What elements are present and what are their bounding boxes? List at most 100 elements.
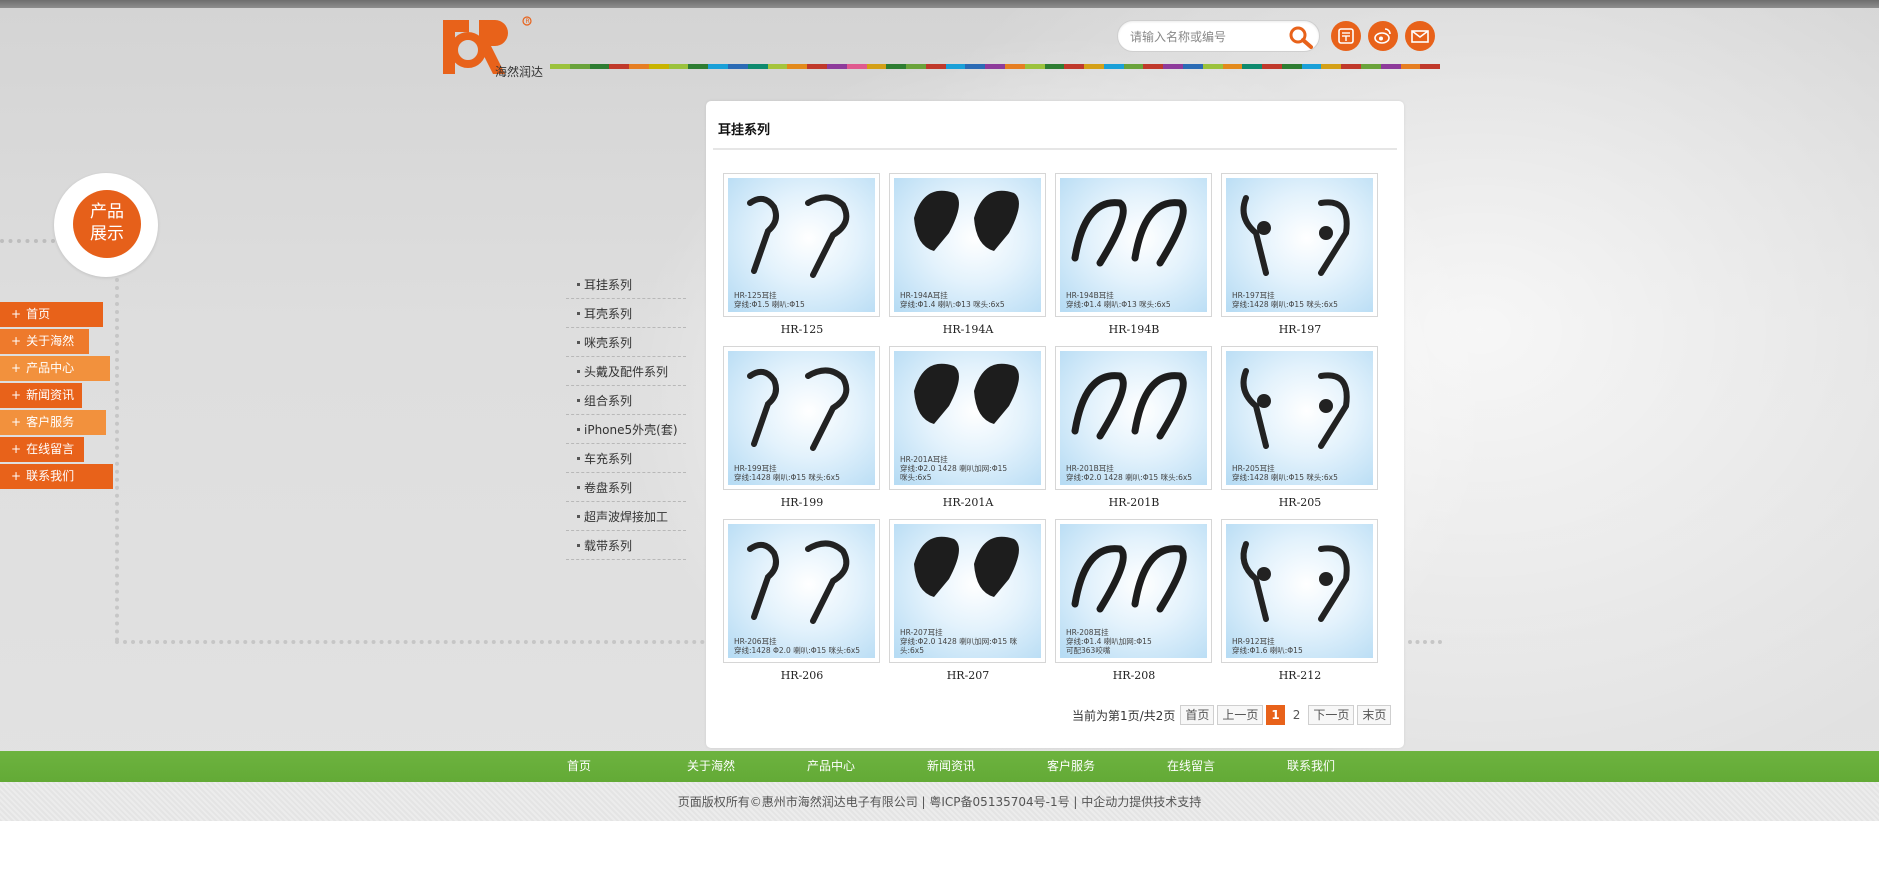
product-thumbnail[interactable]: HR-197耳挂 穿线:1428 喇叭:Φ15 咪头:6x5 — [1221, 173, 1378, 317]
product-name[interactable]: HR-212 — [1221, 669, 1379, 682]
stripe-segment — [1321, 64, 1342, 69]
weibo-share-button[interactable] — [1368, 21, 1398, 51]
product-card[interactable]: HR-125耳挂 穿线:Φ1.5 喇叭:Φ15 HR-125 — [723, 173, 881, 336]
footer-nav-item[interactable]: 客户服务 — [1047, 751, 1095, 782]
svg-text:R: R — [526, 18, 530, 25]
side-nav-item[interactable]: + 客户服务 — [0, 410, 106, 435]
category-item[interactable]: 组合系列 — [566, 386, 686, 415]
stripe-segment — [1202, 64, 1223, 69]
product-card[interactable]: HR-194A耳挂 穿线:Φ1.4 喇叭:Φ13 咪头:6x5 HR-194A — [889, 173, 1047, 336]
product-card[interactable]: HR-206耳挂 穿线:1428 Φ2.0 喇叭:Φ15 咪头:6x5 HR-20… — [723, 519, 881, 682]
product-thumbnail[interactable]: HR-206耳挂 穿线:1428 Φ2.0 喇叭:Φ15 咪头:6x5 — [723, 519, 880, 663]
stripe-segment — [668, 64, 689, 69]
product-card[interactable]: HR-194B耳挂 穿线:Φ1.4 喇叭:Φ13 咪头:6x5 HR-194B — [1055, 173, 1213, 336]
product-thumbnail[interactable]: HR-201A耳挂 穿线:Φ2.0 1428 喇叭加网:Φ15 咪头:6x5 — [889, 346, 1046, 490]
panel-divider — [713, 148, 1397, 150]
side-nav-label: 联系我们 — [26, 469, 75, 483]
category-item[interactable]: 耳挂系列 — [566, 270, 686, 299]
product-thumbnail[interactable]: HR-912耳挂 穿线:Φ1.6 喇叭:Φ15 — [1221, 519, 1378, 663]
prev-page-link[interactable]: 上一页 — [1217, 705, 1264, 725]
product-thumbnail[interactable]: HR-207耳挂 穿线:Φ2.0 1428 喇叭加网:Φ15 咪头:6x5 — [889, 519, 1046, 663]
stripe-segment — [1004, 64, 1025, 69]
product-name[interactable]: HR-207 — [889, 669, 1047, 682]
footer-nav-item[interactable]: 联系我们 — [1287, 751, 1335, 782]
product-card[interactable]: HR-201B耳挂 穿线:Φ2.0 1428 喇叭:Φ15 咪头:6x5 HR-2… — [1055, 346, 1213, 509]
product-name[interactable]: HR-194B — [1055, 323, 1213, 336]
plus-icon: + — [11, 469, 22, 483]
side-nav-item[interactable]: + 联系我们 — [0, 464, 113, 489]
footer-nav-item[interactable]: 关于海然 — [687, 751, 735, 782]
product-name[interactable]: HR-201B — [1055, 496, 1213, 509]
next-page-link[interactable]: 下一页 — [1308, 705, 1355, 725]
product-thumbnail[interactable]: HR-125耳挂 穿线:Φ1.5 喇叭:Φ15 — [723, 173, 880, 317]
first-page-link[interactable]: 首页 — [1180, 705, 1215, 725]
mail-icon — [1411, 30, 1429, 43]
product-card[interactable]: HR-208耳挂 穿线:Φ1.4 喇叭加网:Φ15 可配363咬嘴 HR-208 — [1055, 519, 1213, 682]
stripe-segment — [1361, 64, 1381, 69]
footer-nav-item[interactable]: 新闻资讯 — [927, 751, 975, 782]
product-image-caption: HR-205耳挂 穿线:1428 喇叭:Φ15 咪头:6x5 — [1232, 464, 1338, 482]
search-button[interactable] — [1288, 25, 1314, 49]
footer-nav-item[interactable]: 首页 — [567, 751, 591, 782]
product-name[interactable]: HR-206 — [723, 669, 881, 682]
plus-icon: + — [11, 442, 22, 456]
stripe-segment — [1024, 64, 1045, 69]
product-thumbnail[interactable]: HR-199耳挂 穿线:1428 喇叭:Φ15 咪头:6x5 — [723, 346, 880, 490]
category-item[interactable]: 卷盘系列 — [566, 473, 686, 502]
footer-copyright: 页面版权所有©惠州市海然润达电子有限公司 | 粤ICP备05135704号-1号… — [0, 782, 1879, 821]
category-item[interactable]: 头戴及配件系列 — [566, 357, 686, 386]
product-image: HR-201B耳挂 穿线:Φ2.0 1428 喇叭:Φ15 咪头:6x5 — [1060, 351, 1207, 485]
footer-nav-item[interactable]: 在线留言 — [1167, 751, 1215, 782]
plus-icon: + — [11, 334, 22, 348]
product-name[interactable]: HR-197 — [1221, 323, 1379, 336]
product-name[interactable]: HR-205 — [1221, 496, 1379, 509]
category-item[interactable]: 车充系列 — [566, 444, 686, 473]
product-card[interactable]: HR-199耳挂 穿线:1428 喇叭:Φ15 咪头:6x5 HR-199 — [723, 346, 881, 509]
stripe-segment — [846, 64, 867, 69]
side-nav-item[interactable]: + 关于海然 — [0, 329, 89, 354]
product-card[interactable]: HR-205耳挂 穿线:1428 喇叭:Φ15 咪头:6x5 HR-205 — [1221, 346, 1379, 509]
product-name[interactable]: HR-201A — [889, 496, 1047, 509]
stripe-segment — [965, 64, 986, 69]
search-input[interactable] — [1130, 27, 1280, 47]
company-logo[interactable]: R 海然润达 — [443, 16, 545, 80]
product-name[interactable]: HR-208 — [1055, 669, 1213, 682]
side-nav-item[interactable]: + 首页 — [0, 302, 103, 327]
product-name[interactable]: HR-194A — [889, 323, 1047, 336]
side-nav-label: 在线留言 — [26, 442, 75, 456]
side-nav-label: 产品中心 — [26, 361, 75, 375]
kaixin-share-button[interactable] — [1331, 21, 1361, 51]
product-thumbnail[interactable]: HR-194B耳挂 穿线:Φ1.4 喇叭:Φ13 咪头:6x5 — [1055, 173, 1212, 317]
product-thumbnail[interactable]: HR-201B耳挂 穿线:Φ2.0 1428 喇叭:Φ15 咪头:6x5 — [1055, 346, 1212, 490]
page-link-2[interactable]: 2 — [1288, 705, 1306, 725]
product-card[interactable]: HR-207耳挂 穿线:Φ2.0 1428 喇叭加网:Φ15 咪头:6x5 HR-… — [889, 519, 1047, 682]
stripe-segment — [985, 64, 1005, 69]
last-page-link[interactable]: 末页 — [1357, 705, 1392, 725]
product-image-caption: HR-201A耳挂 穿线:Φ2.0 1428 喇叭加网:Φ15 咪头:6x5 — [900, 455, 1008, 482]
product-image: HR-201A耳挂 穿线:Φ2.0 1428 喇叭加网:Φ15 咪头:6x5 — [894, 351, 1041, 485]
stripe-segment — [1262, 64, 1282, 69]
side-nav-item[interactable]: + 新闻资讯 — [0, 383, 82, 408]
footer-nav-item[interactable]: 产品中心 — [807, 751, 855, 782]
mail-share-button[interactable] — [1405, 21, 1435, 51]
side-nav-item[interactable]: + 在线留言 — [0, 437, 84, 462]
product-card[interactable]: HR-912耳挂 穿线:Φ1.6 喇叭:Φ15 HR-212 — [1221, 519, 1379, 682]
product-card[interactable]: HR-197耳挂 穿线:1428 喇叭:Φ15 咪头:6x5 HR-197 — [1221, 173, 1379, 336]
product-thumbnail[interactable]: HR-194A耳挂 穿线:Φ1.4 喇叭:Φ13 咪头:6x5 — [889, 173, 1046, 317]
category-item[interactable]: 咪壳系列 — [566, 328, 686, 357]
product-name[interactable]: HR-125 — [723, 323, 881, 336]
product-card[interactable]: HR-201A耳挂 穿线:Φ2.0 1428 喇叭加网:Φ15 咪头:6x5 HR… — [889, 346, 1047, 509]
side-nav-item[interactable]: + 产品中心 — [0, 356, 110, 381]
category-item[interactable]: 载带系列 — [566, 531, 686, 560]
stripe-segment — [1281, 64, 1302, 69]
category-item[interactable]: iPhone5外壳(套) — [566, 415, 686, 444]
product-image: HR-197耳挂 穿线:1428 喇叭:Φ15 咪头:6x5 — [1226, 178, 1373, 312]
category-label: 载带系列 — [584, 539, 633, 553]
category-item[interactable]: 耳壳系列 — [566, 299, 686, 328]
product-thumbnail[interactable]: HR-208耳挂 穿线:Φ1.4 喇叭加网:Φ15 可配363咬嘴 — [1055, 519, 1212, 663]
product-thumbnail[interactable]: HR-205耳挂 穿线:1428 喇叭:Φ15 咪头:6x5 — [1221, 346, 1378, 490]
page-link-1[interactable]: 1 — [1266, 705, 1285, 725]
category-item[interactable]: 超声波焊接加工 — [566, 502, 686, 531]
stripe-segment — [787, 64, 808, 69]
product-name[interactable]: HR-199 — [723, 496, 881, 509]
